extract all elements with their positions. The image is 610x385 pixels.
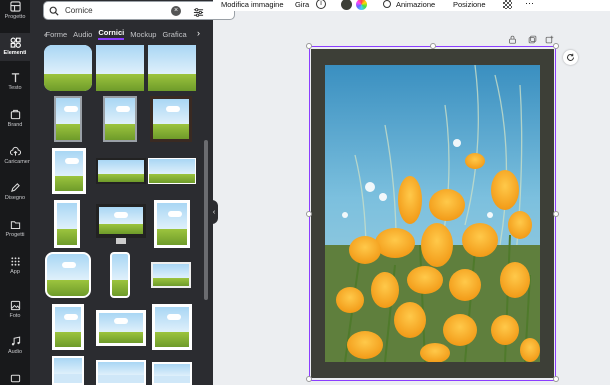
frame-thumbnail[interactable] [96, 310, 146, 346]
frame-thumbnail[interactable] [52, 304, 84, 350]
tab-mockup[interactable]: Mockup [130, 30, 156, 39]
rail-item-elementi[interactable]: Elementi [0, 33, 30, 61]
frame-thumbnail[interactable] [150, 96, 192, 142]
rail-label: Progetti [5, 232, 25, 238]
layout-icon [9, 1, 21, 12]
folder-icon [10, 221, 20, 229]
frame-thumbnail[interactable] [148, 158, 196, 184]
frame-thumbnail[interactable] [154, 200, 190, 248]
resize-handle-bottom-left[interactable] [306, 376, 312, 382]
position-button[interactable]: Posizione [453, 0, 486, 10]
pen-icon [10, 183, 20, 192]
upload-icon [9, 146, 21, 156]
panel-scrollbar[interactable] [204, 140, 208, 300]
monitor-stand [116, 238, 126, 244]
frame-thumbnail[interactable] [96, 158, 146, 184]
audio-icon [11, 336, 20, 346]
tab-forme[interactable]: Forme [46, 30, 68, 39]
apps-icon [10, 257, 20, 266]
category-tabs: ‹ Forme Audio Cornici Mockup Grafica [44, 27, 202, 41]
rail-item-progetto[interactable]: Progetto [0, 0, 30, 22]
frame-thumbnail[interactable] [54, 200, 80, 248]
tab-cornici[interactable]: Cornici [98, 28, 125, 40]
rail-item-app[interactable]: App [0, 256, 30, 275]
search-input[interactable] [65, 6, 177, 15]
collapse-panel-button[interactable]: ‹ [210, 200, 218, 224]
rail-label: Brand [7, 122, 23, 128]
frame-thumbnail[interactable] [96, 45, 144, 91]
resize-handle-left[interactable] [306, 211, 312, 217]
rail-item-testo[interactable]: Testo [0, 72, 30, 91]
search-box[interactable]: × [43, 1, 235, 20]
rail-label: Elementi [3, 50, 27, 56]
filter-icon[interactable] [188, 5, 204, 23]
rail-label: Disegno [4, 195, 26, 201]
resize-handle-top[interactable] [430, 43, 436, 49]
video-icon [10, 374, 20, 383]
frame-thumbnail[interactable] [151, 262, 191, 288]
frame-thumbnail[interactable] [152, 362, 192, 385]
frame-thumbnail[interactable] [44, 45, 92, 91]
rail-label: Testo [8, 85, 22, 91]
rail-item-audio[interactable]: Audio [0, 336, 30, 355]
rail-label: Audio [7, 349, 23, 355]
elements-panel: × ‹ Forme Audio Cornici Mockup Grafica › [30, 0, 235, 385]
frame-thumbnail[interactable] [52, 148, 86, 194]
left-rail: Progetto Elementi Testo Brand Caricament… [0, 0, 34, 385]
rail-item-brand[interactable]: Brand [0, 109, 30, 128]
tab-audio[interactable]: Audio [73, 30, 92, 39]
chevron-right-icon[interactable]: › [197, 28, 200, 38]
more-icon[interactable]: ⋯ [525, 0, 534, 8]
rail-item-caricamenti[interactable]: Caricamenti [0, 146, 34, 165]
frame-thumbnail[interactable] [103, 96, 137, 142]
rotate-button[interactable] [563, 50, 578, 65]
rail-label: Progetto [4, 14, 26, 20]
frame-thumbnail[interactable] [54, 96, 82, 142]
shapes-icon [10, 37, 21, 48]
info-icon[interactable]: i [316, 0, 326, 9]
transparency-icon[interactable] [503, 0, 512, 9]
frame-thumbnail[interactable] [96, 204, 146, 238]
animate-button[interactable]: Animazione [396, 0, 435, 10]
rail-item-foto[interactable]: Foto [0, 300, 30, 319]
animate-icon[interactable] [383, 0, 391, 8]
color-swatch[interactable] [341, 0, 352, 10]
rail-label: Foto [9, 313, 21, 319]
resize-handle-top-left[interactable] [306, 43, 312, 49]
frame-thumbnail[interactable] [52, 356, 84, 385]
tab-grafica[interactable]: Grafica [162, 30, 186, 39]
selection-outline [309, 46, 556, 381]
top-toolbar: Modifica immagine Gira i Animazione Posi… [213, 0, 610, 11]
color-picker-icon[interactable] [356, 0, 367, 10]
resize-handle-bottom-right[interactable] [553, 376, 559, 382]
frame-thumbnail[interactable] [152, 304, 192, 350]
resize-handle-top-right[interactable] [553, 43, 559, 49]
clear-search-icon[interactable]: × [171, 6, 181, 16]
frame-thumbnail[interactable] [110, 252, 130, 298]
rail-label: App [10, 269, 20, 275]
photo-icon [10, 300, 20, 311]
brand-icon [10, 109, 20, 120]
resize-handle-right[interactable] [553, 211, 559, 217]
rotate-icon [567, 53, 574, 61]
edit-image-button[interactable]: Modifica immagine [221, 0, 284, 10]
frame-thumbnail[interactable] [96, 360, 146, 385]
rail-item-video[interactable] [0, 373, 30, 384]
rail-item-disegno[interactable]: Disegno [0, 182, 30, 201]
frame-thumbnail[interactable] [45, 252, 91, 298]
flip-button[interactable]: Gira [295, 0, 309, 10]
search-icon [49, 6, 59, 16]
frame-thumbnail[interactable] [148, 45, 196, 91]
text-icon [11, 73, 19, 83]
rail-item-progetti[interactable]: Progetti [0, 219, 30, 238]
